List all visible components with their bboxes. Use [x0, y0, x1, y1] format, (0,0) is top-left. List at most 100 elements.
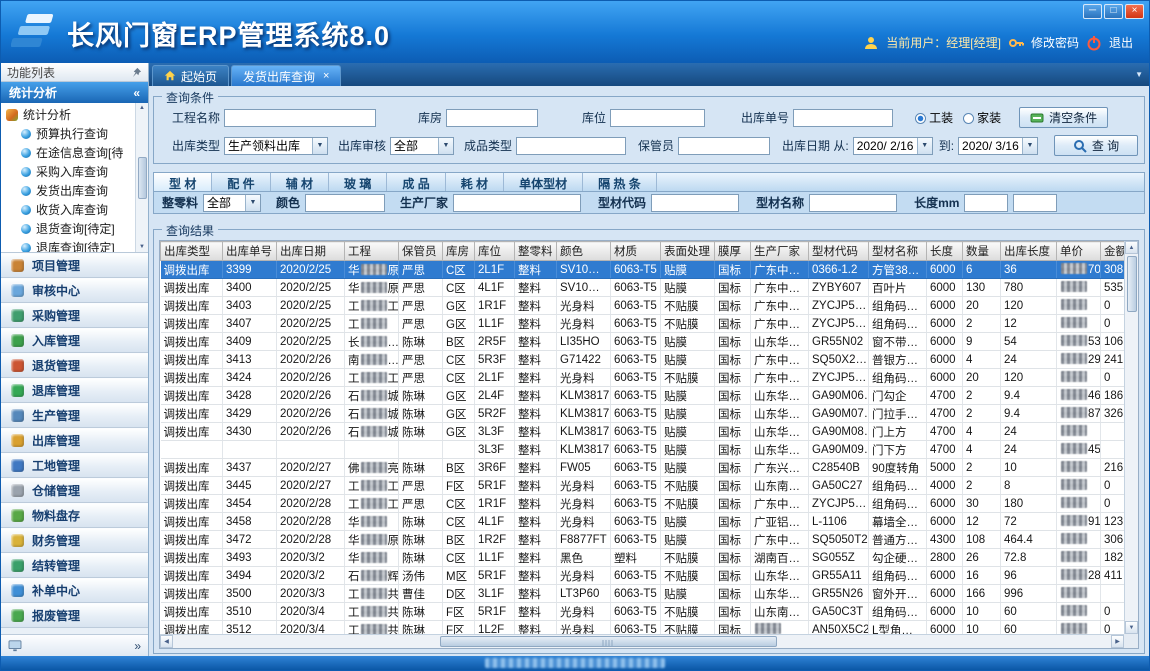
whole-piece-select[interactable]: 全部 ▼ [203, 194, 261, 212]
tree-scrollbar[interactable]: ▲ ▼ [135, 103, 148, 252]
sidebar-accordion-item[interactable]: 仓储管理 [1, 478, 148, 503]
material-tab[interactable]: 玻 璃 [329, 173, 387, 191]
tree-item[interactable]: 预算执行查询 [6, 124, 134, 143]
material-tab[interactable]: 耗 材 [446, 173, 504, 191]
pin-icon[interactable] [131, 67, 142, 78]
table-row[interactable]: 调拨出库34002020/2/25华原…严思C区4L1F整料SV10…6063-… [161, 279, 1125, 297]
table-row[interactable]: 3L3F整料KLM38176063-T5贴膜国标山东华…GA90M09…门下方4… [161, 441, 1125, 459]
column-header[interactable]: 工程 [345, 242, 399, 261]
warehouse-input[interactable] [446, 109, 538, 127]
collapse-icon[interactable]: « [133, 86, 140, 100]
table-row[interactable]: 调拨出库34542020/2/28工工程严思C区1R1F整料光身料6063-T5… [161, 495, 1125, 513]
sidebar-accordion-item[interactable]: 报废管理 [1, 603, 148, 628]
column-header[interactable]: 整零料 [515, 242, 557, 261]
tree-item[interactable]: 退库查询[待定] [6, 238, 134, 253]
column-header[interactable]: 单价 [1057, 242, 1101, 261]
table-row[interactable]: 调拨出库34452020/2/27工工程严思F区5R1F整料光身料6063-T5… [161, 477, 1125, 495]
table-row[interactable]: 调拨出库34092020/2/25长…陈琳B区2R5F整料LI35HO6063-… [161, 333, 1125, 351]
out-type-select[interactable]: 生产领料出库 ▼ [224, 137, 328, 155]
scroll-up-icon[interactable]: ▲ [1125, 241, 1138, 254]
column-header[interactable]: 出库类型 [161, 242, 223, 261]
table-row[interactable]: 调拨出库33992020/2/25华原…严思C区2L1F整料SV10…6063-… [161, 261, 1125, 279]
sidebar-accordion-item[interactable]: 入库管理 [1, 328, 148, 353]
table-row[interactable]: 调拨出库34072020/2/25工严思G区1L1F整料光身料6063-T5不贴… [161, 315, 1125, 333]
material-tab[interactable]: 单体型材 [504, 173, 583, 191]
grid-horizontal-scrollbar[interactable]: ◀ ▶ [160, 634, 1124, 648]
sidebar-accordion-item[interactable]: 采购管理 [1, 303, 148, 328]
column-header[interactable]: 材质 [611, 242, 661, 261]
column-header[interactable]: 出库日期 [277, 242, 345, 261]
order-no-input[interactable] [793, 109, 893, 127]
logout-button[interactable]: 退出 [1109, 34, 1133, 51]
sidebar-accordion-item[interactable]: 退库管理 [1, 378, 148, 403]
scroll-up-icon[interactable]: ▲ [139, 105, 145, 111]
scroll-down-icon[interactable]: ▼ [139, 244, 145, 250]
sidebar-accordion-item[interactable]: 工地管理 [1, 453, 148, 478]
material-tab[interactable]: 隔 热 条 [583, 173, 657, 191]
column-header[interactable]: 膜厚 [715, 242, 751, 261]
date-to-picker[interactable]: 2020/ 3/16 ▼ [958, 137, 1038, 155]
scroll-down-icon[interactable]: ▼ [1125, 621, 1138, 634]
tree-item[interactable]: 在途信息查询[待 [6, 143, 134, 162]
table-row[interactable]: 调拨出库34132020/2/26南…严思C区5R3F整料G714226063-… [161, 351, 1125, 369]
sidebar-section-header[interactable]: 统计分析 « [1, 82, 148, 103]
horizontal-scroll-thumb[interactable] [440, 636, 777, 647]
material-tab[interactable]: 辅 材 [271, 173, 329, 191]
material-tab[interactable]: 成 品 [387, 173, 445, 191]
sidebar-accordion-item[interactable]: 审核中心 [1, 278, 148, 303]
vertical-scroll-thumb[interactable] [1127, 256, 1137, 312]
table-row[interactable]: 调拨出库35102020/3/4工共工程陈琳F区5R1F整料光身料6063-T5… [161, 603, 1125, 621]
column-header[interactable]: 出库长度 [1001, 242, 1057, 261]
scroll-left-icon[interactable]: ◀ [160, 635, 173, 648]
column-header[interactable]: 保管员 [399, 242, 443, 261]
tab-list-dropdown-icon[interactable]: ▼ [1135, 70, 1143, 79]
scroll-right-icon[interactable]: ▶ [1111, 635, 1124, 648]
table-row[interactable]: 调拨出库35002020/3/3工共工程曹佳D区3L1F整料LT3P606063… [161, 585, 1125, 603]
column-header[interactable]: 表面处理 [661, 242, 715, 261]
tab-shipping-outbound-query[interactable]: 发货出库查询 × [231, 65, 341, 86]
tab-close-icon[interactable]: × [323, 70, 329, 82]
sidebar-accordion-item[interactable]: 退货管理 [1, 353, 148, 378]
column-header[interactable]: 颜色 [557, 242, 611, 261]
table-row[interactable]: 调拨出库34372020/2/27佛亮…陈琳B区3R6F整料FW056063-T… [161, 459, 1125, 477]
sidebar-accordion-item[interactable]: 结转管理 [1, 553, 148, 578]
clear-conditions-button[interactable]: 清空条件 [1019, 107, 1108, 128]
sidebar-accordion-item[interactable]: 出库管理 [1, 428, 148, 453]
table-row[interactable]: 调拨出库34942020/3/2石辉城汤伟M区5R1F整料光身料6063-T5不… [161, 567, 1125, 585]
close-button[interactable]: × [1125, 4, 1144, 19]
tree-root[interactable]: 统计分析 [6, 105, 134, 124]
table-row[interactable]: 调拨出库35122020/3/4工共工程陈琳F区1L2F整料光身料6063-T5… [161, 621, 1125, 635]
audit-select[interactable]: 全部 ▼ [390, 137, 454, 155]
tree-item[interactable]: 退货查询[待定] [6, 219, 134, 238]
product-type-input[interactable] [516, 137, 626, 155]
tree-item[interactable]: 收货入库查询 [6, 200, 134, 219]
radio-gongzhuang[interactable]: 工装 [915, 109, 953, 126]
sidebar-accordion-item[interactable]: 生产管理 [1, 403, 148, 428]
column-header[interactable]: 库位 [475, 242, 515, 261]
column-header[interactable]: 型材名称 [869, 242, 927, 261]
maximize-button[interactable]: □ [1104, 4, 1123, 19]
search-button[interactable]: 查 询 [1054, 135, 1138, 156]
material-tab[interactable]: 配 件 [212, 173, 270, 191]
change-password-link[interactable]: 修改密码 [1031, 34, 1079, 51]
table-row[interactable]: 调拨出库34292020/2/26石城陈琳G区5R2F整料KLM38176063… [161, 405, 1125, 423]
table-row[interactable]: 调拨出库34242020/2/26工工程严思C区2L1F整料光身料6063-T5… [161, 369, 1125, 387]
date-from-picker[interactable]: 2020/ 2/16 ▼ [853, 137, 933, 155]
monitor-icon[interactable] [8, 640, 22, 652]
sidebar-more-button[interactable]: » [134, 639, 141, 653]
table-row[interactable]: 调拨出库34582020/2/28华陈琳C区4L1F整料光身料6063-T5贴膜… [161, 513, 1125, 531]
color-input[interactable] [305, 194, 385, 212]
column-header[interactable]: 库房 [443, 242, 475, 261]
table-row[interactable]: 调拨出库34282020/2/26石城陈琳G区2L4F整料KLM38176063… [161, 387, 1125, 405]
grid-vertical-scrollbar[interactable]: ▲ ▼ [1124, 241, 1138, 634]
table-row[interactable]: 调拨出库34932020/3/2华陈琳C区1L1F整料黑色塑料不贴膜国标湖南百…… [161, 549, 1125, 567]
length-to-input[interactable] [1013, 194, 1057, 212]
tree-item[interactable]: 采购入库查询 [6, 162, 134, 181]
sidebar-accordion-item[interactable]: 补单中心 [1, 578, 148, 603]
tree-scroll-thumb[interactable] [138, 157, 147, 199]
column-header[interactable]: 金额 [1101, 242, 1125, 261]
length-from-input[interactable] [964, 194, 1008, 212]
column-header[interactable]: 长度 [927, 242, 963, 261]
table-row[interactable]: 调拨出库34302020/2/26石城陈琳G区3L3F整料KLM38176063… [161, 423, 1125, 441]
table-row[interactable]: 调拨出库34032020/2/25工工程严思G区1R1F整料光身料6063-T5… [161, 297, 1125, 315]
